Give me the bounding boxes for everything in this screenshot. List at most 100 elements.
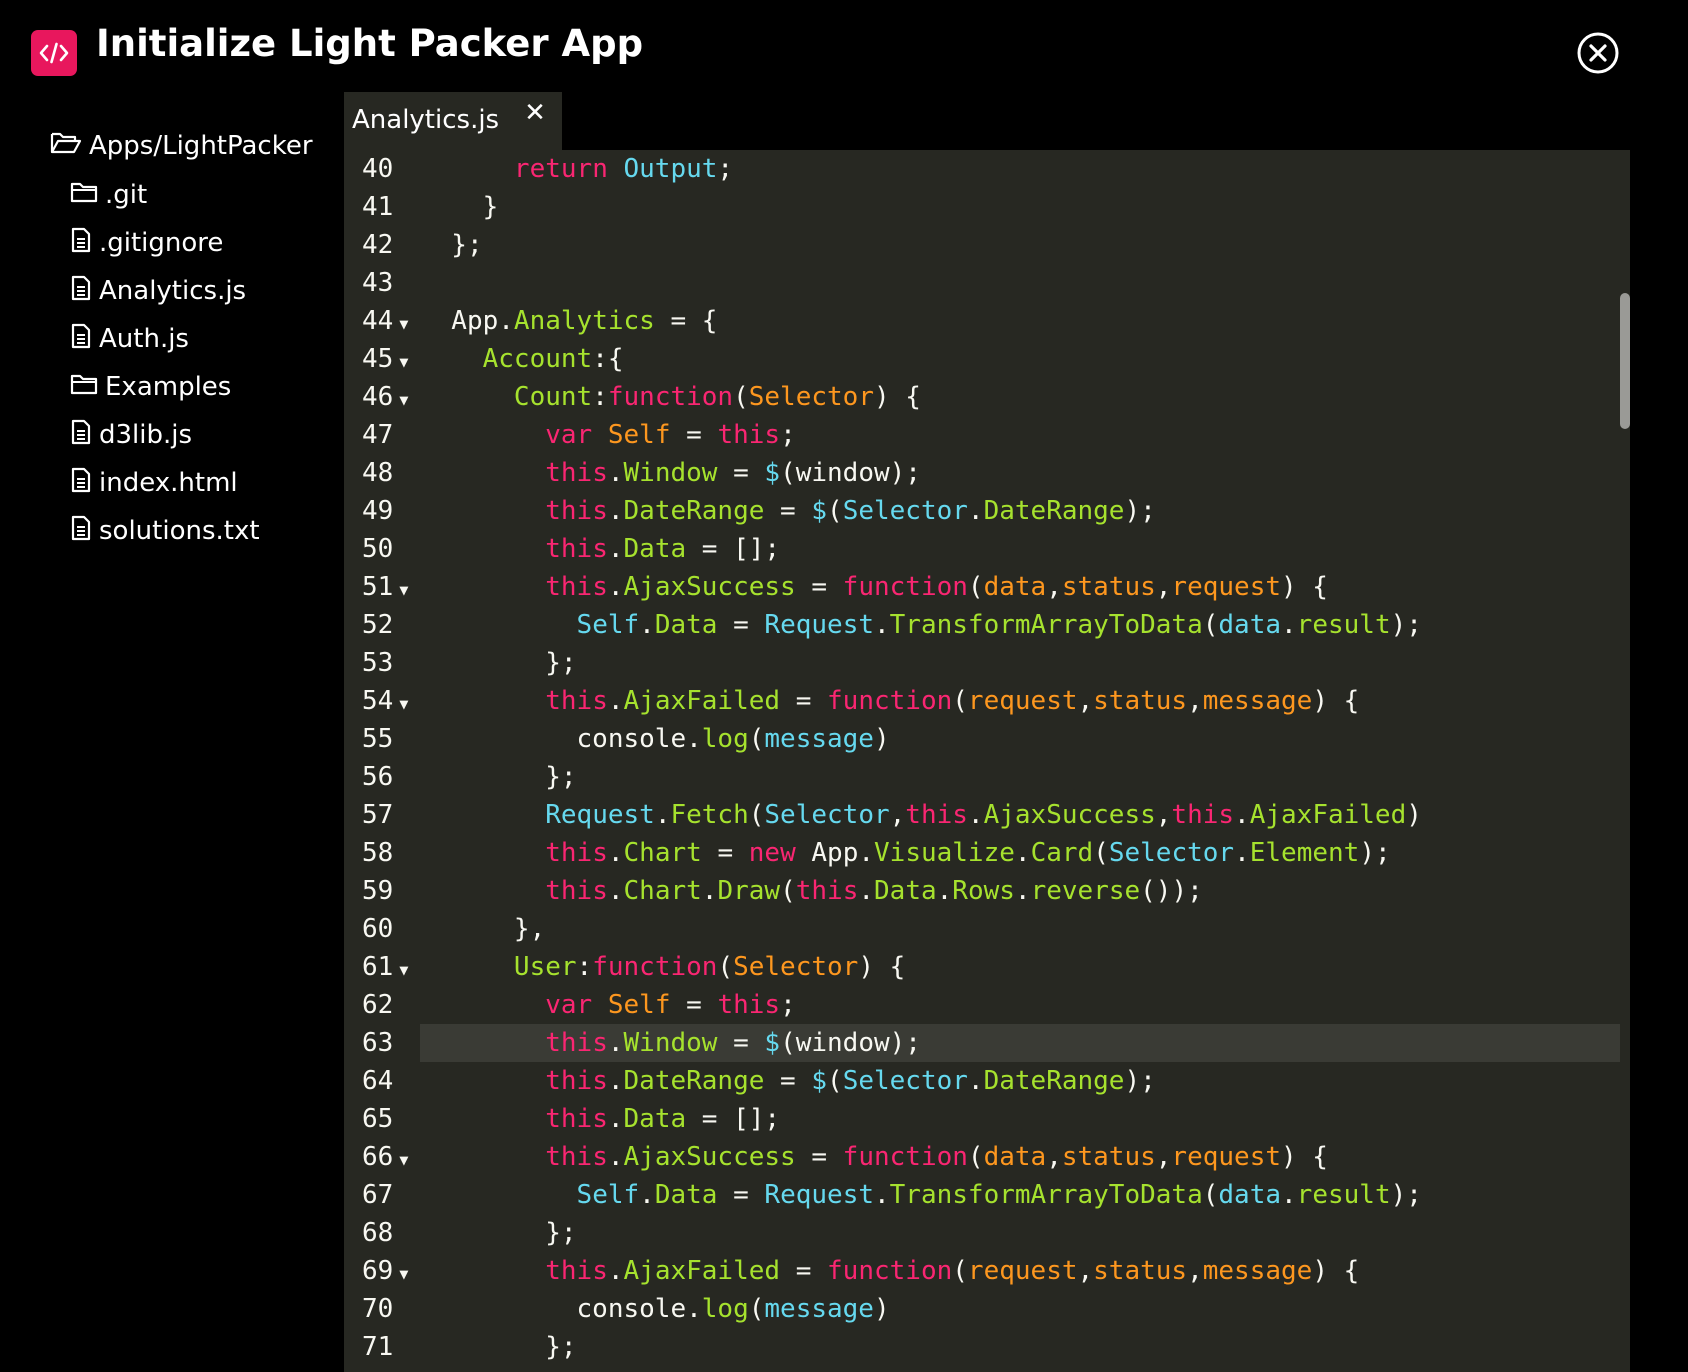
- code-token: Window: [623, 1028, 718, 1058]
- line-number-text: 51: [362, 572, 394, 602]
- fold-arrow-icon[interactable]: ▼: [399, 581, 408, 599]
- code-line[interactable]: this.Window = $(window);: [420, 1024, 1620, 1062]
- code-line[interactable]: this.Window = $(window);: [420, 454, 1620, 492]
- code-line[interactable]: console.log(message): [420, 720, 1620, 758]
- code-line[interactable]: [420, 264, 1620, 302]
- code-token: Self: [576, 1180, 640, 1210]
- code-token: (: [967, 1142, 984, 1172]
- line-number: 45 ▼: [362, 340, 408, 378]
- line-number: 57: [362, 796, 393, 834]
- code-token: Selector: [748, 382, 874, 412]
- code-token: ) {: [1281, 1142, 1328, 1172]
- line-number: 42: [362, 226, 393, 264]
- code-line[interactable]: this.AjaxSuccess = function(data,status,…: [420, 568, 1620, 606]
- code-line[interactable]: this.Chart = new App.Visualize.Card(Sele…: [420, 834, 1620, 872]
- code-line[interactable]: };: [420, 1328, 1620, 1366]
- tab-analytics-js[interactable]: Analytics.js ✕: [344, 92, 562, 150]
- code-line[interactable]: };: [420, 1214, 1620, 1252]
- code-token: (: [952, 686, 968, 716]
- close-tab-icon[interactable]: ✕: [520, 98, 550, 128]
- code-line[interactable]: var Self = this;: [420, 986, 1620, 1024]
- code-line[interactable]: Account:{: [420, 340, 1620, 378]
- fold-arrow-icon[interactable]: ▼: [399, 1265, 408, 1283]
- code-token: return: [513, 154, 608, 184]
- file-icon: [70, 323, 99, 356]
- code-token: ): [873, 724, 890, 754]
- code-line[interactable]: var Self = this;: [420, 416, 1620, 454]
- close-icon[interactable]: [1576, 31, 1620, 75]
- code-editor[interactable]: 40 return Output; 41 } 42 }; 43 44 ▼ App.Anal…: [344, 150, 1630, 1372]
- code-line[interactable]: };: [420, 644, 1620, 682]
- code-line[interactable]: Self.Data = Request.TransformArrayToData…: [420, 1176, 1620, 1214]
- code-line[interactable]: }: [420, 188, 1620, 226]
- code-token: ,: [1077, 1256, 1094, 1286]
- dialog-header: Initialize Light Packer App: [0, 0, 1688, 100]
- code-line[interactable]: Request.Fetch(Selector,this.AjaxSuccess,…: [420, 796, 1620, 834]
- tree-item-solutions-txt[interactable]: solutions.txt: [70, 511, 260, 551]
- code-token: new: [748, 838, 796, 868]
- code-line[interactable]: Count:function(Selector) {: [420, 378, 1620, 416]
- fold-arrow-icon[interactable]: ▼: [399, 315, 408, 333]
- code-token: AjaxFailed: [1249, 800, 1407, 830]
- code-line[interactable]: console.log(message): [420, 1290, 1620, 1328]
- code-token: Card: [1030, 838, 1094, 868]
- code-line[interactable]: return Output;: [420, 150, 1620, 188]
- code-token: (: [748, 800, 765, 830]
- code-line[interactable]: this.Data = [];: [420, 1100, 1620, 1138]
- fold-arrow-icon[interactable]: ▼: [399, 1151, 408, 1169]
- code-token: (: [1202, 610, 1219, 640]
- fold-arrow-icon[interactable]: ▼: [399, 961, 408, 979]
- code-token: this: [545, 496, 608, 526]
- code-line[interactable]: };: [420, 226, 1620, 264]
- code-line[interactable]: };: [420, 758, 1620, 796]
- line-number: 60: [362, 910, 393, 948]
- tree-item-label: .gitignore: [99, 228, 224, 258]
- line-number-text: 42: [362, 230, 394, 260]
- code-line[interactable]: this.AjaxFailed = function(request,statu…: [420, 682, 1620, 720]
- line-number: 66 ▼: [362, 1138, 408, 1176]
- tree-item-label: index.html: [99, 468, 238, 498]
- tree-item-index-html[interactable]: index.html: [70, 463, 238, 503]
- fold-arrow-icon[interactable]: ▼: [399, 391, 408, 409]
- code-line[interactable]: this.Data = [];: [420, 530, 1620, 568]
- tree-item-auth-js[interactable]: Auth.js: [70, 319, 189, 359]
- code-line[interactable]: this.AjaxSuccess = function(data,status,…: [420, 1138, 1620, 1176]
- line-number: 51 ▼: [362, 568, 408, 606]
- fold-arrow-icon[interactable]: ▼: [399, 353, 408, 371]
- code-line[interactable]: this.DateRange = $(Selector.DateRange);: [420, 1062, 1620, 1100]
- tree-item-d3lib-js[interactable]: d3lib.js: [70, 415, 192, 455]
- tree-item-analytics-js[interactable]: Analytics.js: [70, 271, 246, 311]
- code-token: AjaxFailed: [623, 1256, 781, 1286]
- tree-item-git[interactable]: .git: [70, 175, 147, 215]
- line-number: 43: [362, 264, 393, 302]
- code-line[interactable]: },: [420, 910, 1620, 948]
- line-number: 63: [362, 1024, 393, 1062]
- code-token: Data: [623, 534, 687, 564]
- code-token: .: [858, 876, 875, 906]
- code-line[interactable]: User:function(Selector) {: [420, 948, 1620, 986]
- line-number-text: 53: [362, 648, 394, 678]
- code-token: ,: [1046, 572, 1062, 602]
- code-line[interactable]: this.DateRange = $(Selector.DateRange);: [420, 492, 1620, 530]
- vertical-scrollbar[interactable]: [1620, 293, 1630, 429]
- code-line[interactable]: this.Chart.Draw(this.Data.Rows.reverse()…: [420, 872, 1620, 910]
- tree-item-gitignore[interactable]: .gitignore: [70, 223, 223, 263]
- folder-icon: [70, 180, 105, 211]
- line-number: 53: [362, 644, 393, 682]
- tree-item-examples[interactable]: Examples: [70, 367, 231, 407]
- code-token: .: [607, 1066, 624, 1096]
- code-token: (: [717, 952, 734, 982]
- code-line[interactable]: this.AjaxFailed = function(request,statu…: [420, 1252, 1620, 1290]
- line-number: 49: [362, 492, 393, 530]
- line-number-text: 64: [362, 1066, 394, 1096]
- tree-root-folder[interactable]: Apps/LightPacker: [50, 126, 313, 166]
- code-line[interactable]: Self.Data = Request.TransformArrayToData…: [420, 606, 1620, 644]
- code-line[interactable]: App.Analytics = {: [420, 302, 1620, 340]
- fold-arrow-icon[interactable]: ▼: [399, 695, 408, 713]
- code-token: .: [639, 1180, 655, 1210]
- dialog-title: Initialize Light Packer App: [96, 22, 644, 65]
